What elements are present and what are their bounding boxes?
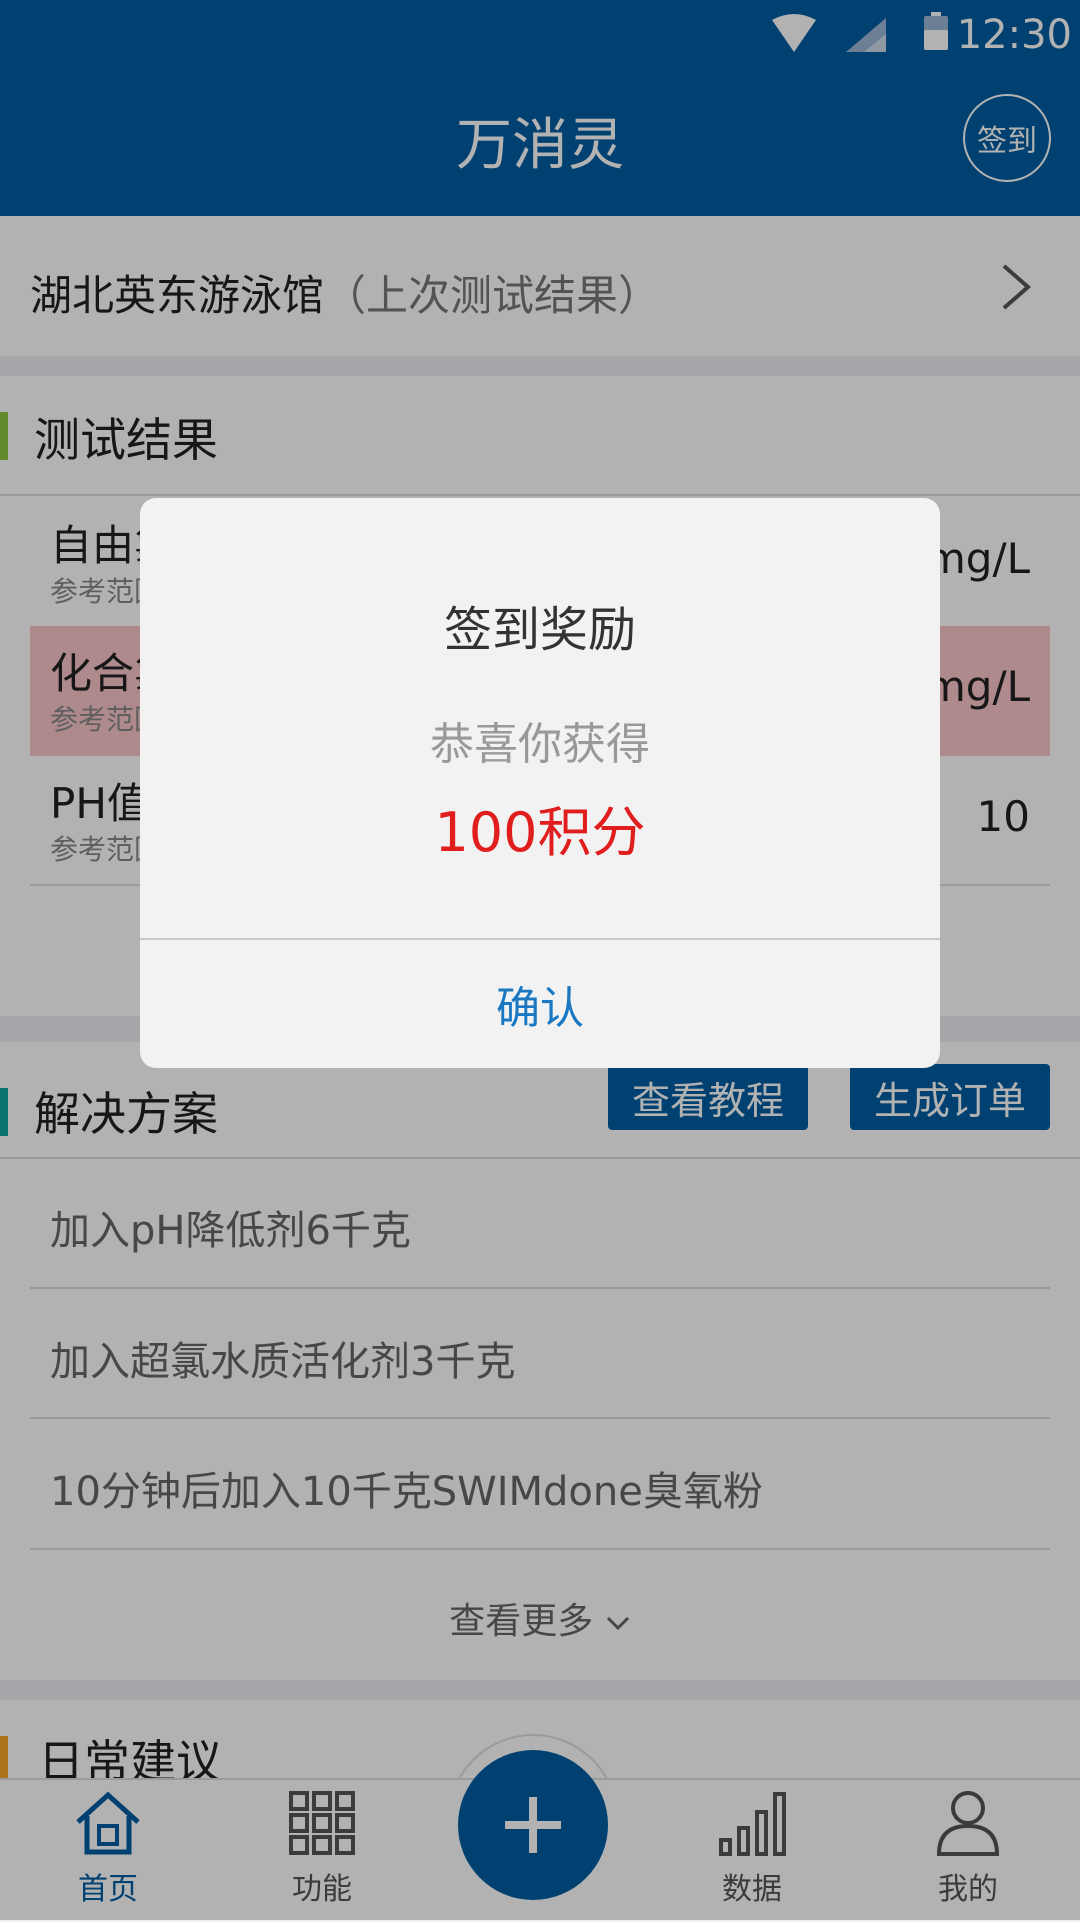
reward-points: 100积分 [434,801,646,864]
dialog-subtitle: 恭喜你获得 [430,719,650,770]
dialog-title: 签到奖励 [443,602,636,658]
confirm-button[interactable]: 确认 [140,940,940,1068]
signin-reward-dialog: 签到奖励 恭喜你获得 100积分 确认 [140,498,940,1068]
